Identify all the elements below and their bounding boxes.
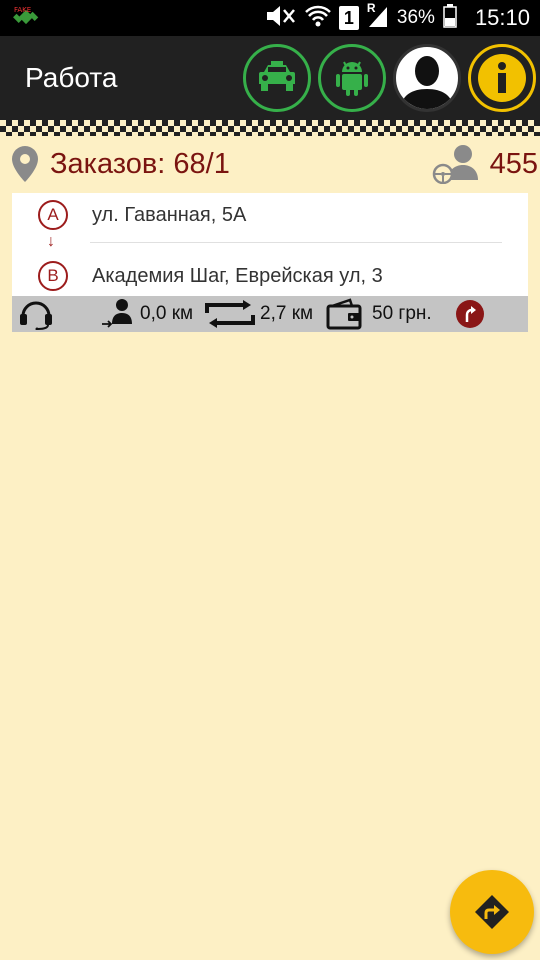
- user-avatar-icon: [400, 56, 454, 109]
- satellite-app-icon: FAKE: [12, 4, 42, 32]
- route-distance-value: 2,7 км: [260, 303, 314, 324]
- pickup-address: ул. Гаванная, 5А: [92, 204, 247, 226]
- sim-slot-indicator: 1: [338, 6, 359, 30]
- signal-icon: R: [366, 0, 389, 34]
- battery-icon: [443, 3, 457, 33]
- navigate-fab[interactable]: [450, 870, 534, 954]
- wallet-icon: [326, 298, 362, 330]
- turn-arrow-icon: [456, 300, 484, 328]
- point-a-marker: A: [38, 200, 68, 230]
- status-bar: FAKE 1 R 36% 15:10: [0, 0, 540, 36]
- turn-arrow-button[interactable]: [456, 296, 484, 332]
- divider: [90, 242, 502, 243]
- info-button[interactable]: [468, 44, 536, 112]
- distance-to-client-value: 0,0 км: [140, 303, 194, 324]
- order-card[interactable]: A ↓ B ул. Гаванная, 5А Академия Шаг, Евр…: [12, 193, 528, 332]
- order-price: 50 грн.: [326, 296, 432, 332]
- route-loop-icon: [205, 300, 255, 328]
- profile-button[interactable]: [393, 44, 461, 112]
- taxi-button[interactable]: [243, 44, 311, 112]
- svg-text:FAKE: FAKE: [14, 6, 31, 14]
- headset-icon[interactable]: [18, 296, 54, 332]
- route-arrow-icon: ↓: [47, 233, 55, 250]
- checker-divider: [0, 120, 540, 136]
- distance-to-client: 0,0 км: [100, 296, 193, 332]
- directions-icon: [475, 895, 509, 929]
- clock: 15:10: [474, 5, 530, 30]
- app-toolbar: Работа: [0, 36, 540, 120]
- taxi-car-icon: [259, 61, 295, 91]
- roaming-indicator: R: [366, 0, 376, 15]
- android-icon: [336, 61, 368, 96]
- orders-header: Заказов: 68/1 455: [0, 140, 540, 188]
- battery-percent: 36%: [396, 7, 435, 28]
- page-title: Работа: [25, 62, 118, 93]
- info-icon: [478, 54, 526, 102]
- map-pin-icon: [12, 146, 38, 182]
- order-info-bar: 0,0 км 2,7 км 50 грн.: [12, 296, 528, 332]
- driver-icon: [432, 145, 478, 184]
- client-walk-icon: [102, 299, 132, 328]
- wifi-icon: [305, 4, 331, 33]
- route-distance: 2,7 км: [204, 296, 313, 332]
- orders-count: Заказов: 68/1: [50, 148, 230, 180]
- android-button[interactable]: [318, 44, 386, 112]
- drivers-count: 455: [489, 148, 538, 180]
- destination-address: Академия Шаг, Еврейская ул, 3: [92, 265, 383, 287]
- price-value: 50 грн.: [372, 303, 432, 324]
- point-b-marker: B: [38, 261, 68, 291]
- mute-icon: [265, 4, 297, 33]
